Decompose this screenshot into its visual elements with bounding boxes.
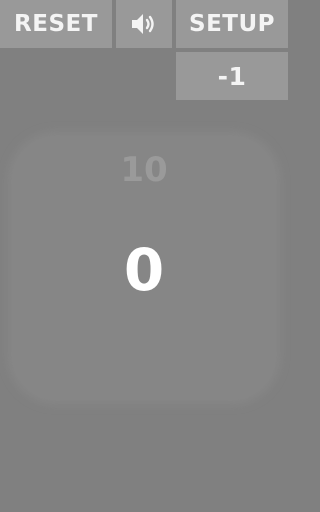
target-value: 10	[120, 150, 168, 190]
setup-button[interactable]: SETUP	[176, 0, 288, 48]
sound-toggle-button[interactable]	[116, 0, 172, 48]
speaker-volume-icon	[130, 12, 158, 36]
counter-value: 0	[123, 236, 165, 304]
reset-button[interactable]: RESET	[0, 0, 112, 48]
decrement-button[interactable]: -1	[176, 52, 288, 100]
